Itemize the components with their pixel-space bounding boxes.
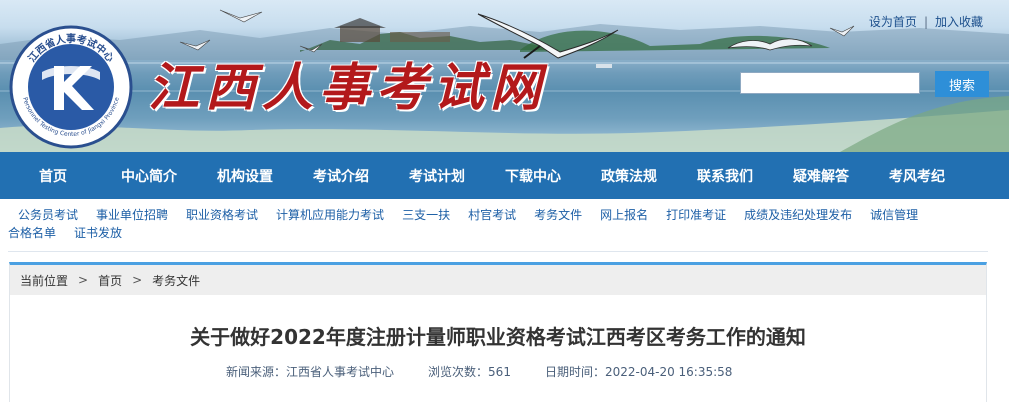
top-links-separator: |	[923, 15, 928, 29]
sub-nav-item[interactable]: 考务文件	[534, 208, 582, 222]
nav-item-downloads[interactable]: 下载中心	[485, 166, 581, 186]
nav-item-about[interactable]: 中心简介	[101, 166, 197, 186]
sub-nav-item[interactable]: 三支一扶	[402, 208, 450, 222]
sub-nav-item[interactable]: 公务员考试	[18, 208, 78, 222]
header-banner: 江西省人事考试中心 Personnel Testing Center of Ji…	[0, 0, 1009, 152]
nav-item-policy[interactable]: 政策法规	[581, 166, 677, 186]
center-logo: 江西省人事考试中心 Personnel Testing Center of Ji…	[9, 25, 133, 149]
sub-nav-item[interactable]: 合格名单	[8, 226, 56, 240]
breadcrumb-home-link[interactable]: 首页	[98, 272, 122, 289]
site-title: 江西人事考试网	[148, 58, 548, 118]
search-input[interactable]	[740, 72, 920, 94]
views-count: 561	[488, 365, 511, 379]
sub-nav-item[interactable]: 成绩及违纪处理发布	[744, 208, 852, 222]
sub-nav-item[interactable]: 打印准考证	[666, 208, 726, 222]
breadcrumb-separator: >	[78, 273, 89, 287]
publish-datetime: 2022-04-20 16:35:58	[604, 365, 733, 379]
sub-nav-item[interactable]: 职业资格考试	[186, 208, 258, 222]
article-title: 关于做好2022年度注册计量师职业资格考试江西考区考务工作的通知	[190, 325, 806, 349]
sub-nav-item[interactable]: 网上报名	[600, 208, 648, 222]
nav-item-faq[interactable]: 疑难解答	[773, 166, 869, 186]
sub-nav-item[interactable]: 村官考试	[468, 208, 516, 222]
nav-item-exam-intro[interactable]: 考试介绍	[293, 166, 389, 186]
set-homepage-link[interactable]: 设为首页	[869, 15, 917, 29]
sub-nav-item[interactable]: 事业单位招聘	[96, 208, 168, 222]
sub-nav-item[interactable]: 证书发放	[74, 226, 122, 240]
sub-nav-item[interactable]: 诚信管理	[870, 208, 918, 222]
article-meta: 新闻来源：江西省人事考试中心 浏览次数：561 日期时间：2022-04-20 16…	[226, 363, 766, 380]
nav-item-exam-plan[interactable]: 考试计划	[389, 166, 485, 186]
views-label: 浏览次数：	[428, 365, 489, 379]
breadcrumb-category-link[interactable]: 考务文件	[152, 272, 200, 289]
sub-nav-divider	[8, 251, 988, 252]
main-nav: 首页 中心简介 机构设置 考试介绍 考试计划 下载中心 政策法规 联系我们 疑难…	[0, 152, 1009, 199]
article-panel: 当前位置 > 首页 > 考务文件 关于做好2022年度注册计量师职业资格考试江西…	[9, 262, 987, 402]
add-favorite-link[interactable]: 加入收藏	[935, 15, 983, 29]
breadcrumb: 当前位置 > 首页 > 考务文件	[10, 265, 986, 295]
top-links: 设为首页 | 加入收藏	[869, 13, 983, 30]
date-label: 日期时间：	[544, 365, 605, 379]
nav-item-organization[interactable]: 机构设置	[197, 166, 293, 186]
breadcrumb-label: 当前位置	[20, 273, 69, 288]
search-button[interactable]: 搜索	[935, 71, 989, 97]
source-label: 新闻来源：	[226, 365, 287, 379]
nav-item-discipline[interactable]: 考风考纪	[869, 166, 965, 186]
nav-item-contact[interactable]: 联系我们	[677, 166, 773, 186]
breadcrumb-separator: >	[132, 273, 143, 287]
nav-item-home[interactable]: 首页	[5, 166, 101, 186]
sub-nav: 公务员考试 事业单位招聘 职业资格考试 计算机应用能力考试 三支一扶 村官考试 考务文件 网上…	[8, 206, 993, 242]
source-value: 江西省人事考试中心	[286, 365, 395, 379]
sub-nav-item[interactable]: 计算机应用能力考试	[276, 208, 384, 222]
